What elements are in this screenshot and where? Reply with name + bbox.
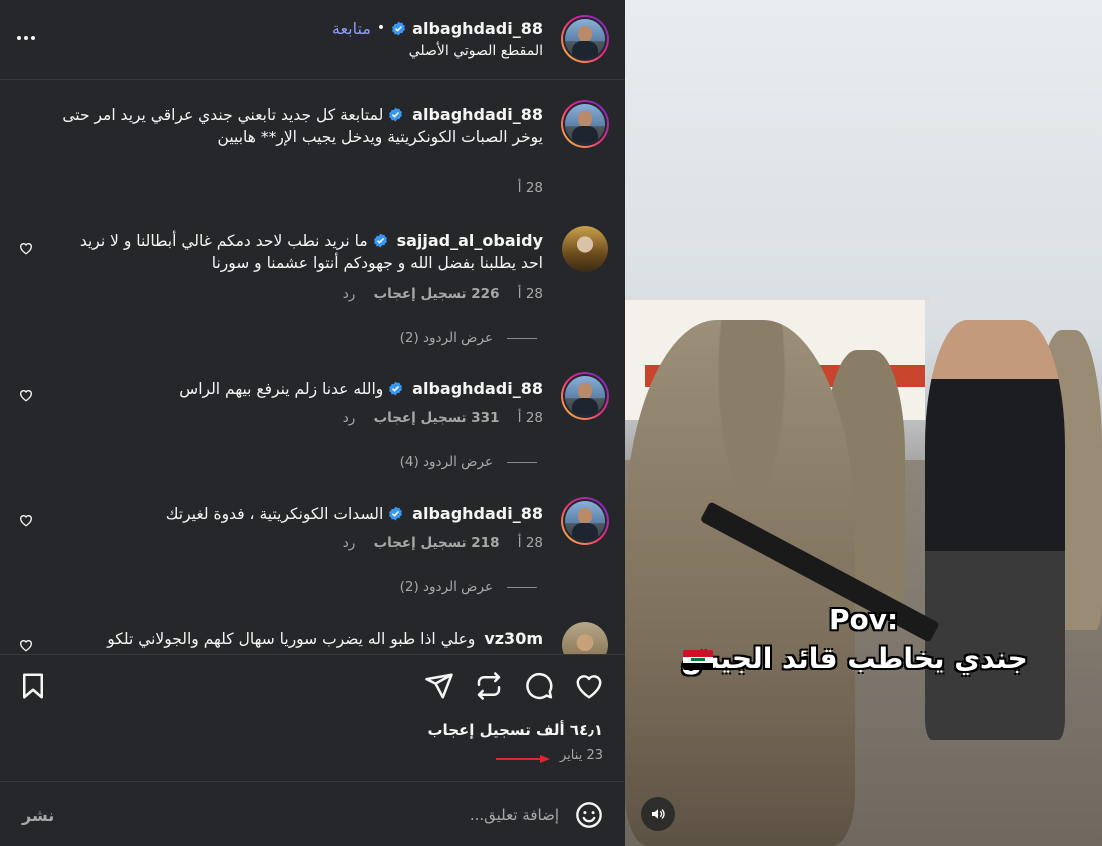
- view-replies-label[interactable]: عرض الردود (2): [400, 330, 493, 346]
- verified-badge-icon: [392, 21, 406, 35]
- comment-likes[interactable]: 218 تسجيل إعجاب: [374, 535, 500, 551]
- likes-count[interactable]: ٦٤٫١ ألف تسجيل إعجاب: [427, 721, 603, 739]
- comment-likes[interactable]: 226 تسجيل إعجاب: [374, 286, 500, 302]
- view-replies[interactable]: عرض الردود (2): [400, 579, 537, 595]
- commenter-avatar[interactable]: [561, 372, 609, 420]
- comment-username[interactable]: albaghdadi_88: [412, 379, 543, 398]
- verified-badge-icon: [389, 506, 403, 521]
- share-icon[interactable]: [424, 671, 454, 701]
- post-button[interactable]: نشر: [22, 806, 54, 825]
- comment-item: vz30m وعلي اذا طبو اله يضرب سوريا سهال ك…: [0, 620, 625, 654]
- comment-time: 28 أ: [517, 286, 543, 302]
- volume-toggle[interactable]: [641, 797, 675, 831]
- comment-like-icon[interactable]: [18, 240, 34, 256]
- replies-line: [507, 461, 537, 463]
- comment-time: 28 أ: [517, 180, 543, 196]
- original-audio-label[interactable]: المقطع الصوتي الأصلي: [409, 43, 543, 59]
- bookmark-icon[interactable]: [18, 671, 48, 701]
- comment-composer: نشر: [0, 781, 625, 846]
- more-options-icon[interactable]: [12, 26, 40, 50]
- comment-username[interactable]: albaghdadi_88: [412, 105, 543, 124]
- post-actions: ٦٤٫١ ألف تسجيل إعجاب 23 يناير: [0, 654, 625, 780]
- comment-time: 28 أ: [517, 410, 543, 426]
- comment-text: والله عدنا زلم ينرفع بيهم الراس: [179, 380, 384, 398]
- speaker-icon: [652, 809, 665, 819]
- verified-badge-icon: [373, 233, 387, 248]
- replies-line: [507, 337, 537, 339]
- comment-time: 28 أ: [517, 535, 543, 551]
- comment-icon[interactable]: [524, 671, 554, 701]
- comment-text: السدات الكونكريتية ، فدوة لغيرتك: [165, 505, 384, 523]
- separator-dot: •: [376, 20, 386, 36]
- comment-like-icon[interactable]: [18, 387, 34, 403]
- video-caption: جندي يخاطب قائد الجيش: [681, 642, 1028, 675]
- comment-body: vz30m وعلي اذا طبو اله يضرب سوريا سهال ك…: [63, 628, 543, 650]
- comment-meta: 28 أ: [504, 180, 543, 196]
- comment-meta: 28 أ 331 تسجيل إعجاب رد: [329, 410, 543, 426]
- view-replies[interactable]: عرض الردود (4): [400, 454, 537, 470]
- commenter-avatar[interactable]: [561, 100, 609, 148]
- comment-meta: 28 أ 218 تسجيل إعجاب رد: [329, 535, 543, 551]
- header-username[interactable]: albaghdadi_88: [412, 19, 543, 38]
- commenter-avatar[interactable]: [562, 622, 608, 654]
- reel-video[interactable]: Pov: جندي يخاطب قائد الجيش: [625, 0, 1102, 846]
- comment-body: albaghdadi_88 لمتابعة كل جديد تابعني جند…: [43, 104, 543, 148]
- emoji-icon[interactable]: [575, 801, 603, 829]
- comment-body: sajjad_al_obaidy ما نريد نطب لاحد دمكم غ…: [63, 230, 543, 274]
- comment-username[interactable]: sajjad_al_obaidy: [397, 231, 543, 250]
- post-date: 23 يناير: [560, 748, 603, 763]
- comment-meta: 28 أ 226 تسجيل إعجاب رد: [329, 286, 543, 302]
- like-heart-icon[interactable]: [574, 671, 604, 701]
- view-replies-label[interactable]: عرض الردود (4): [400, 454, 493, 470]
- comment-username[interactable]: albaghdadi_88: [412, 504, 543, 523]
- comment-likes[interactable]: 331 تسجيل إعجاب: [374, 410, 500, 426]
- reply-button[interactable]: رد: [343, 410, 356, 426]
- post-header: متابعة • albaghdadi_88 المقطع الصوتي الأ…: [0, 0, 625, 80]
- comment-text: وعلي اذا طبو اله يضرب سوريا سهال كلهم وا…: [107, 630, 476, 648]
- view-replies-label[interactable]: عرض الردود (2): [400, 579, 493, 595]
- reply-button[interactable]: رد: [343, 286, 356, 302]
- verified-badge-icon: [389, 381, 403, 396]
- iraq-flag-icon: [683, 650, 713, 670]
- comment-body: albaghdadi_88 السدات الكونكريتية ، فدوة …: [63, 503, 543, 525]
- header-avatar[interactable]: [561, 15, 609, 63]
- video-pov-text: Pov:: [829, 603, 899, 636]
- reply-button[interactable]: رد: [343, 535, 356, 551]
- verified-badge-icon: [389, 107, 403, 122]
- view-replies[interactable]: عرض الردود (2): [400, 330, 537, 346]
- replies-line: [507, 586, 537, 588]
- comment-like-icon[interactable]: [18, 512, 34, 528]
- comment-body: albaghdadi_88 والله عدنا زلم ينرفع بيهم …: [63, 378, 543, 400]
- commenter-avatar[interactable]: [561, 497, 609, 545]
- header-user-line: متابعة • albaghdadi_88: [332, 18, 543, 38]
- comment-like-icon[interactable]: [18, 637, 34, 653]
- follow-button[interactable]: متابعة: [332, 19, 371, 38]
- post-side-panel: متابعة • albaghdadi_88 المقطع الصوتي الأ…: [0, 0, 625, 846]
- comment-username[interactable]: vz30m: [484, 629, 543, 648]
- red-arrow-annotation: [496, 755, 550, 763]
- comment-input[interactable]: [139, 800, 559, 830]
- repost-icon[interactable]: [474, 671, 504, 701]
- video-cameraman: [925, 320, 1065, 740]
- commenter-avatar[interactable]: [562, 226, 608, 272]
